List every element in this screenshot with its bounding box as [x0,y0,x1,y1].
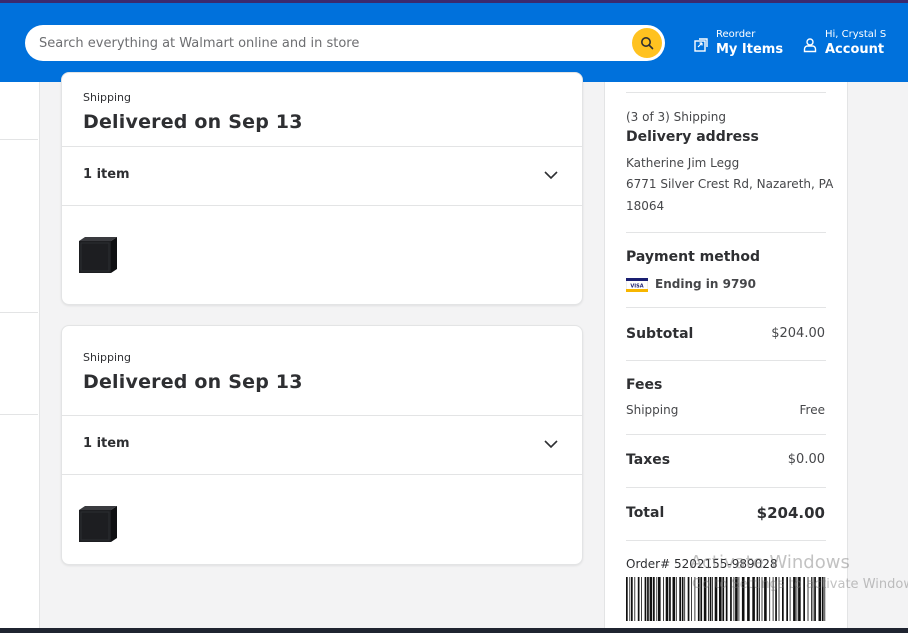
fees-label: Fees [626,377,663,393]
subtotal-value: $204.00 [771,326,825,341]
my-items-label: My Items [716,42,784,57]
subtotal-label: Subtotal [626,326,694,342]
items-toggle[interactable]: 1 item [62,147,582,205]
left-panel-divider [0,139,38,140]
address-line2: 18064 [626,199,665,213]
barcode-bar [679,577,681,621]
reorder-label: Reorder [716,29,756,40]
items-toggle[interactable]: 1 item [62,416,582,474]
search-input[interactable] [39,25,629,61]
left-panel [0,82,40,628]
account-label: Account [825,42,885,57]
product-thumbnail[interactable] [75,235,119,275]
barcode-bar [634,577,636,621]
barcode-bar [665,577,669,621]
shipping-fee-label: Shipping [626,403,679,417]
barcode-bar [629,577,631,621]
shipment-card: Shipping Delivered on Sep 13 1 item [61,325,583,565]
summary-divider [626,540,826,541]
barcode-bar [663,577,664,621]
payment-method-heading: Payment method [626,249,761,265]
shipping-count: (3 of 3) Shipping [626,110,726,124]
order-summary: (3 of 3) Shipping Delivery address Kathe… [604,82,848,628]
summary-divider [626,360,826,361]
shipment-status: Delivered on Sep 13 [83,111,303,133]
left-panel-divider [0,312,38,313]
barcode-bar [653,577,655,621]
search-bar [25,25,665,61]
account-link[interactable]: Hi, Crystal S Account [802,29,902,63]
item-count: 1 item [83,436,130,451]
address-line1: 6771 Silver Crest Rd, Nazareth, PA [626,177,834,191]
barcode-bar [647,577,649,621]
search-icon [641,37,654,50]
shipment-status: Delivered on Sep 13 [83,371,303,393]
taskbar-edge [0,628,908,633]
shipment-label: Shipping [83,91,131,104]
shipment-card: Shipping Delivered on Sep 13 1 item [61,72,583,305]
chevron-down-icon [544,171,558,180]
barcode-bar [649,577,653,621]
card-divider [62,474,582,475]
card-ending: Ending in 9790 [655,277,756,291]
barcode-bar [644,577,647,621]
product-thumbnail[interactable] [75,504,119,544]
card-brand-label: VISA [630,283,643,289]
total-value: $204.00 [756,504,825,522]
summary-divider [626,434,826,435]
activate-windows-hint: Go to Settings to activate Windows. [692,577,908,592]
summary-divider [626,232,826,233]
activate-windows-watermark: Activate Windows [690,552,850,573]
barcode-bar [687,577,690,621]
site-header: Reorder My Items Hi, Crystal S Account [0,3,908,82]
order-details-page: Shipping Delivered on Sep 13 1 item Ship… [0,72,908,628]
barcode-bar [656,577,658,621]
delivery-address-heading: Delivery address [626,129,759,145]
user-icon [803,38,817,53]
barcode-bar [631,577,633,621]
barcode-bar [641,577,642,621]
account-greeting: Hi, Crystal S [825,29,887,40]
left-panel-divider [0,414,38,415]
barcode-bar [681,577,684,621]
reorder-icon [694,38,708,52]
taxes-value: $0.00 [787,452,825,467]
barcode-bar [658,577,661,621]
search-button[interactable] [632,28,662,58]
barcode-bar [626,577,628,621]
summary-divider [626,487,826,488]
visa-card-icon: VISA [626,278,648,292]
card-divider [62,205,582,206]
shipment-label: Shipping [83,351,131,364]
barcode-bar [675,577,677,621]
reorder-my-items-link[interactable]: Reorder My Items [693,29,793,63]
address-name: Katherine Jim Legg [626,156,740,170]
total-label: Total [626,505,665,521]
taxes-label: Taxes [626,452,671,468]
barcode-bar [637,577,640,621]
summary-divider [626,307,826,308]
summary-divider [626,92,826,93]
shipping-fee-value: Free [799,403,825,417]
barcode-bar [684,577,686,621]
item-count: 1 item [83,167,130,182]
barcode-bar [672,577,676,621]
chevron-down-icon [544,440,558,449]
barcode-bar [669,577,671,621]
